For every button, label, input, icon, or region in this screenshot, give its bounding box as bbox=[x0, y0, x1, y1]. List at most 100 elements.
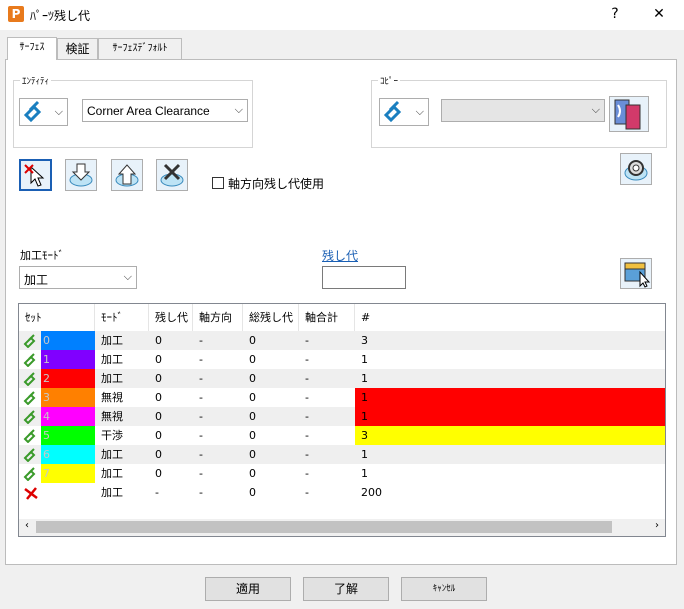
thickness-input[interactable] bbox=[322, 266, 406, 289]
cell-axial-total: - bbox=[305, 410, 309, 423]
close-button[interactable]: ✕ bbox=[648, 4, 670, 24]
table-row[interactable]: 加工 - - 0 - 200 bbox=[19, 483, 665, 502]
cell-axial: - bbox=[199, 372, 203, 385]
set-number: 0 bbox=[43, 334, 50, 347]
copy-type-dropdown[interactable]: ⌵ bbox=[379, 98, 429, 126]
tab-surface-defaults[interactable]: ｻｰﾌｪｽﾃﾞﾌｫﾙﾄ bbox=[98, 38, 182, 60]
cell-count: 1 bbox=[355, 388, 665, 407]
table-row[interactable]: 7 加工 0 - 0 - 1 bbox=[19, 464, 665, 483]
copy-select[interactable]: ⌵ bbox=[441, 99, 605, 122]
thickness-link[interactable]: 残し代 bbox=[322, 247, 358, 264]
chevron-down-icon: ⌵ bbox=[591, 103, 600, 116]
title-bar: P ﾊﾟｰﾂ残し代 ? ✕ bbox=[0, 0, 684, 30]
machining-mode-label: 加工ﾓｰﾄﾞ bbox=[20, 249, 64, 262]
cell-axial-total: - bbox=[305, 448, 309, 461]
scrollbar-thumb[interactable] bbox=[36, 521, 612, 533]
set-number: 2 bbox=[43, 372, 50, 385]
gear-icon bbox=[624, 160, 648, 181]
set-color-swatch[interactable]: 5 bbox=[41, 426, 95, 445]
cell-total: 0 bbox=[249, 391, 256, 404]
acquire-button[interactable] bbox=[65, 159, 97, 191]
tab-surface[interactable]: ｻｰﾌｪｽ bbox=[7, 37, 57, 60]
cancel-button[interactable]: ｷｬﾝｾﾙ bbox=[401, 577, 487, 601]
surface-set-icon bbox=[383, 100, 402, 123]
set-number: 4 bbox=[43, 410, 50, 423]
ok-button[interactable]: 了解 bbox=[303, 577, 389, 601]
cell-thickness: 0 bbox=[155, 353, 162, 366]
cell-total: 0 bbox=[249, 448, 256, 461]
arrow-up-icon bbox=[115, 164, 139, 187]
entity-group-label: ｴﾝﾃｨﾃｨ bbox=[20, 74, 52, 87]
cell-axial-total: - bbox=[305, 372, 309, 385]
copy-group-label: ｺﾋﾟｰ bbox=[378, 74, 401, 87]
scroll-left-icon[interactable]: ‹ bbox=[25, 520, 29, 531]
set-color-swatch[interactable]: 3 bbox=[41, 388, 95, 407]
set-number: 5 bbox=[43, 429, 50, 442]
machining-mode-select[interactable]: 加工 ⌵ bbox=[19, 266, 137, 289]
surface-set-icon bbox=[23, 100, 42, 123]
set-color-swatch[interactable]: 2 bbox=[41, 369, 95, 388]
column-header-total[interactable]: 総残し代 bbox=[243, 304, 299, 331]
table-row[interactable]: 5 干渉 0 - 0 - 3 bbox=[19, 426, 665, 445]
cell-count: 1 bbox=[361, 448, 368, 461]
table-row[interactable]: 1 加工 0 - 0 - 1 bbox=[19, 350, 665, 369]
table-row[interactable]: 3 無視 0 - 0 - 1 bbox=[19, 388, 665, 407]
surface-set-icon bbox=[23, 353, 36, 367]
table-row[interactable]: 6 加工 0 - 0 - 1 bbox=[19, 445, 665, 464]
select-surfaces-button[interactable] bbox=[19, 159, 52, 191]
remove-icon bbox=[160, 163, 184, 187]
help-button[interactable]: ? bbox=[604, 4, 626, 24]
surface-set-icon bbox=[23, 467, 36, 481]
cell-thickness: 0 bbox=[155, 410, 162, 423]
surface-set-icon bbox=[23, 372, 36, 386]
column-header-axial[interactable]: 軸方向 bbox=[193, 304, 243, 331]
entity-type-dropdown[interactable]: ⌵ bbox=[19, 98, 68, 126]
cell-axial: - bbox=[199, 467, 203, 480]
apply-to-model-button[interactable] bbox=[111, 159, 143, 191]
set-number: 3 bbox=[43, 391, 50, 404]
arrow-down-icon bbox=[69, 163, 93, 187]
set-color-swatch[interactable]: 1 bbox=[41, 350, 95, 369]
cell-axial-total: - bbox=[305, 391, 309, 404]
table-row[interactable]: 4 無視 0 - 0 - 1 bbox=[19, 407, 665, 426]
cell-count: 1 bbox=[361, 467, 368, 480]
entity-select[interactable]: Corner Area Clearance ⌵ bbox=[82, 99, 248, 122]
column-header-axial-total[interactable]: 軸合計 bbox=[299, 304, 355, 331]
column-header-mode[interactable]: ﾓｰﾄﾞ bbox=[95, 304, 149, 331]
settings-button[interactable] bbox=[620, 153, 652, 185]
column-header-set[interactable]: ｾｯﾄ bbox=[19, 304, 95, 331]
set-color-swatch[interactable]: 4 bbox=[41, 407, 95, 426]
set-color-swatch[interactable]: 7 bbox=[41, 464, 95, 483]
thickness-edit-icon bbox=[624, 262, 651, 288]
thickness-sets-table: ｾｯﾄ ﾓｰﾄﾞ 残し代 軸方向 総残し代 軸合計 # 0 加工 0 - 0 - 3 1 加工 0… bbox=[18, 303, 666, 537]
cell-axial: - bbox=[199, 410, 203, 423]
column-header-thickness[interactable]: 残し代 bbox=[149, 304, 193, 331]
axial-thickness-checkbox[interactable] bbox=[212, 177, 224, 189]
cell-axial: - bbox=[199, 486, 203, 499]
app-icon: P bbox=[8, 6, 24, 22]
cell-axial: - bbox=[199, 334, 203, 347]
cell-thickness: 0 bbox=[155, 391, 162, 404]
set-color-swatch[interactable]: 0 bbox=[41, 331, 95, 350]
copy-button[interactable] bbox=[609, 96, 649, 132]
thickness-reset-button[interactable] bbox=[620, 258, 652, 289]
surface-set-icon bbox=[23, 429, 36, 443]
select-cursor-icon bbox=[24, 164, 45, 187]
cell-axial-total: - bbox=[305, 429, 309, 442]
horizontal-scrollbar[interactable]: ‹ › bbox=[19, 519, 665, 536]
cell-mode: 加工 bbox=[101, 467, 123, 480]
scroll-right-icon[interactable]: › bbox=[655, 520, 659, 531]
unassigned-icon bbox=[24, 487, 38, 500]
cell-thickness: - bbox=[155, 486, 159, 499]
cell-mode: 無視 bbox=[101, 410, 123, 423]
cell-total: 0 bbox=[249, 486, 256, 499]
set-color-swatch[interactable]: 6 bbox=[41, 445, 95, 464]
apply-button[interactable]: 適用 bbox=[205, 577, 291, 601]
cell-axial-total: - bbox=[305, 334, 309, 347]
deselect-button[interactable] bbox=[156, 159, 188, 191]
column-header-count[interactable]: # bbox=[355, 304, 665, 331]
table-row[interactable]: 0 加工 0 - 0 - 3 bbox=[19, 331, 665, 350]
entity-select-value: Corner Area Clearance bbox=[87, 104, 210, 118]
tab-verify[interactable]: 検証 bbox=[57, 38, 98, 60]
table-row[interactable]: 2 加工 0 - 0 - 1 bbox=[19, 369, 665, 388]
